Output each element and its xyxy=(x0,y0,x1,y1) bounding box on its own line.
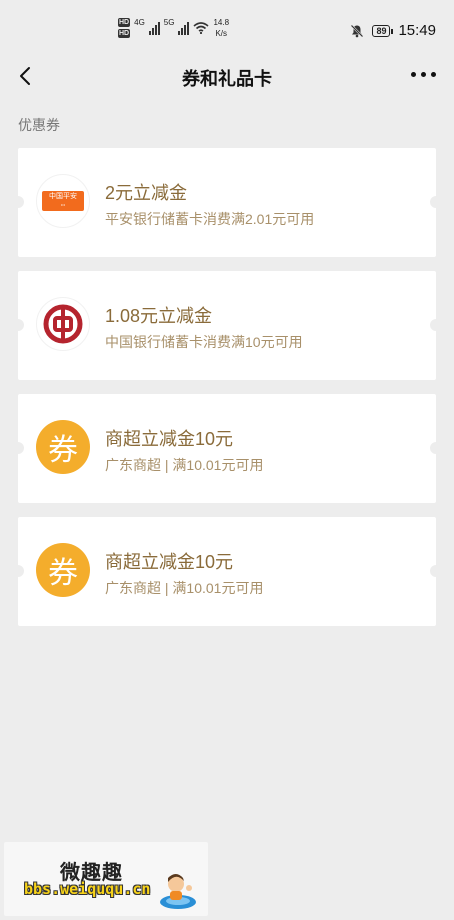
wifi-icon xyxy=(193,22,209,34)
more-dot xyxy=(421,72,426,77)
hd-badge: HD xyxy=(118,18,131,27)
coupon-title: 商超立减金10元 xyxy=(105,429,234,449)
watermark-url: bbs.weiququ.cn xyxy=(24,880,151,898)
watermark-figure-icon xyxy=(160,874,196,909)
network-speed: 14.8 K/s xyxy=(213,18,229,38)
coupon-card[interactable]: 券 商超立减金10元 广东商超 | 满10.01元可用 xyxy=(12,517,442,626)
hd-indicators: HD HD xyxy=(118,18,131,38)
pingan-logo-text: 中国平安 xyxy=(49,193,77,200)
site-watermark: 微趣趣 bbs.weiququ.cn xyxy=(4,842,208,916)
more-button[interactable] xyxy=(411,72,436,77)
coupon-subtitle: 广东商超 | 满10.01元可用 xyxy=(105,457,264,473)
coupon-card[interactable]: 1.08元立减金 中国银行储蓄卡消费满10元可用 xyxy=(12,271,442,380)
boc-icon xyxy=(43,304,83,344)
pingan-bank-logo: 中国平安 ••• xyxy=(36,174,90,228)
status-time: 15:49 xyxy=(398,22,436,39)
coupon-icon: 券 xyxy=(36,420,90,474)
status-right: 89 15:49 xyxy=(350,22,436,39)
battery-indicator: 89 xyxy=(372,24,394,37)
network-type-2: 5G . xyxy=(164,18,175,38)
mute-bell-icon xyxy=(351,24,364,37)
hd-badge: HD xyxy=(118,29,131,38)
page-title: 券和礼品卡 xyxy=(182,69,272,89)
pingan-badge: 中国平安 ••• xyxy=(42,191,84,211)
speed-value: 14.8 xyxy=(213,18,230,27)
more-dot xyxy=(411,72,416,77)
pingan-logo-decoration: ••• xyxy=(60,202,66,207)
coupon-title: 1.08元立减金 xyxy=(105,306,213,326)
coupon-page: HD HD 4G . 5G . xyxy=(0,0,454,920)
bank-of-china-logo xyxy=(36,297,90,351)
coupon-card[interactable]: 券 商超立减金10元 广东商超 | 满10.01元可用 xyxy=(12,394,442,503)
status-left: HD HD 4G . 5G . xyxy=(118,18,229,38)
coupon-subtitle: 中国银行储蓄卡消费满10元可用 xyxy=(105,334,303,350)
more-dot xyxy=(431,72,436,77)
coupon-subtitle: 平安银行储蓄卡消费满2.01元可用 xyxy=(105,211,315,227)
nav-bar: 券和礼品卡 xyxy=(0,52,454,100)
network-label: 5G xyxy=(163,18,175,27)
coupon-title: 2元立减金 xyxy=(105,183,188,203)
status-bar: HD HD 4G . 5G . xyxy=(0,0,454,60)
coupon-icon: 券 xyxy=(36,543,90,597)
section-label-coupons: 优惠券 xyxy=(18,117,60,133)
signal-icon xyxy=(148,21,160,35)
network-label: 4G xyxy=(134,18,145,27)
coupon-subtitle: 广东商超 | 满10.01元可用 xyxy=(105,580,264,596)
network-type: 4G . xyxy=(134,18,145,38)
signal-icon xyxy=(178,21,190,35)
coupon-card[interactable]: 中国平安 ••• 2元立减金 平安银行储蓄卡消费满2.01元可用 xyxy=(12,148,442,257)
coupon-title: 商超立减金10元 xyxy=(105,552,234,572)
speed-unit: K/s xyxy=(215,29,228,38)
